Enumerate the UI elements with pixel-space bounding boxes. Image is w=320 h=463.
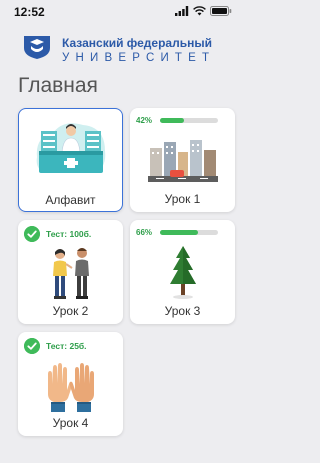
status-bar: 12:52	[0, 0, 242, 22]
university-logo-icon	[24, 36, 50, 59]
signal-icon	[175, 6, 189, 16]
alphabet-card[interactable]: Алфавит	[18, 108, 123, 212]
checkmark-icon	[24, 226, 40, 242]
lesson-1-card[interactable]: 42% Урок 1	[130, 108, 235, 212]
card-label: Алфавит	[45, 193, 96, 207]
battery-icon	[210, 6, 232, 16]
status-icons	[175, 6, 232, 16]
progress-bar-fill	[160, 118, 185, 123]
status-time: 12:52	[14, 5, 45, 19]
card-label: Урок 2	[52, 304, 89, 318]
card-label: Урок 4	[52, 416, 89, 430]
card-label: Урок 1	[164, 192, 201, 206]
wifi-icon	[193, 6, 206, 16]
pharmacy-counter-illustration	[36, 123, 106, 173]
city-street-illustration	[148, 140, 218, 182]
university-name: Казанский федеральный	[62, 36, 212, 50]
lesson-3-card[interactable]: 66% Урок 3	[130, 220, 235, 324]
progress-bar-fill	[160, 230, 199, 235]
progress-percent: 66%	[136, 228, 153, 237]
test-score: Тест: 100б.	[46, 229, 92, 239]
university-header: Казанский федеральный УНИВЕРСИТЕТ	[0, 30, 242, 66]
checkmark-icon	[24, 338, 40, 354]
progress-percent: 42%	[136, 116, 153, 125]
card-label: Урок 3	[164, 304, 201, 318]
test-score: Тест: 25б.	[46, 341, 87, 351]
page-title: Главная	[18, 74, 98, 97]
progress-bar	[160, 118, 218, 123]
lesson-4-card[interactable]: Тест: 25б. Урок 4	[18, 332, 123, 436]
lesson-2-card[interactable]: Тест: 100б. Урок 2	[18, 220, 123, 324]
university-subtitle: УНИВЕРСИТЕТ	[62, 52, 216, 64]
progress-bar	[160, 230, 218, 235]
two-people-talking-illustration	[53, 248, 89, 299]
raised-hands-illustration	[48, 363, 94, 412]
pine-tree-illustration	[170, 246, 196, 299]
